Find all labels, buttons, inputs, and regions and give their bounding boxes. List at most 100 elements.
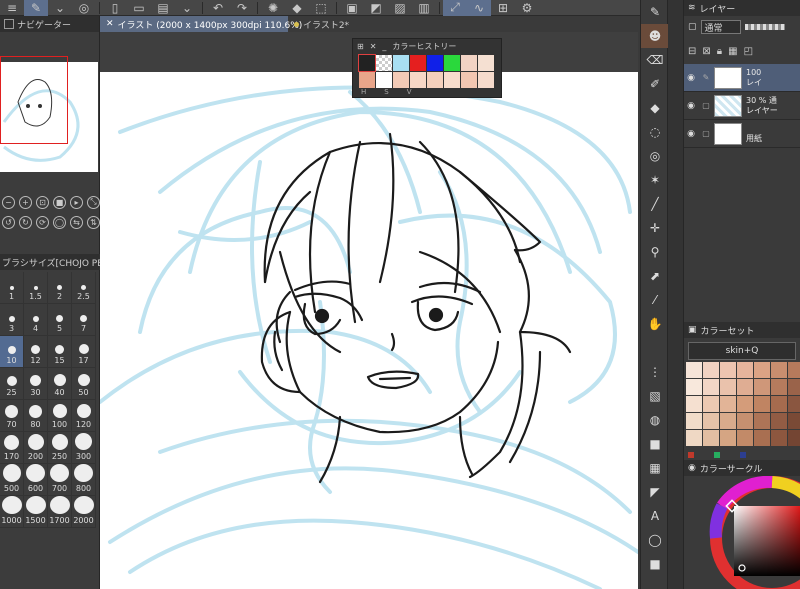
brush-size-option[interactable]: 2 [48, 272, 72, 304]
balloon-icon[interactable]: ◯ [641, 528, 669, 552]
spiral-icon[interactable]: ◎ [72, 0, 96, 16]
brush-size-option[interactable]: 250 [48, 432, 72, 464]
open-folder-icon[interactable]: ▭ [127, 0, 151, 16]
brush-size-option[interactable]: 1.5 [24, 272, 48, 304]
color-set-swatch[interactable] [771, 362, 787, 378]
undo-icon[interactable]: ↶ [206, 0, 230, 16]
brush-size-option[interactable]: 600 [24, 464, 48, 496]
color-history-swatch[interactable] [359, 72, 375, 88]
color-set-swatch[interactable] [788, 379, 800, 395]
color-set-swatch[interactable] [703, 430, 719, 446]
main-color-icon[interactable]: ■ [641, 552, 669, 576]
flip-vertical-icon[interactable]: ⇅ [87, 215, 100, 229]
tab-illustration-2[interactable]: イラスト2* [288, 16, 355, 32]
lasso-icon[interactable]: ◌ [641, 120, 669, 144]
layer-row[interactable]: ◉ ▢ 30 % 通レイヤー [684, 92, 800, 120]
lock-icon[interactable]: 🔒︎ [717, 46, 722, 57]
chevron-down-icon[interactable]: ⌄ [48, 0, 72, 16]
color-set-swatch[interactable] [686, 362, 702, 378]
deselect-icon[interactable]: ◩ [364, 0, 388, 16]
color-history-swatch[interactable] [393, 72, 409, 88]
close-icon[interactable]: ✕ [106, 19, 114, 29]
line-icon[interactable]: ╱ [641, 192, 669, 216]
color-set-swatch[interactable] [754, 430, 770, 446]
color-set-swatch[interactable] [788, 362, 800, 378]
snap-ruler-icon[interactable]: ⤢ [443, 0, 467, 16]
color-set-swatch[interactable] [771, 379, 787, 395]
object-icon[interactable]: ⬈ [641, 264, 669, 288]
brush-size-option[interactable]: 100 [48, 400, 72, 432]
brush-size-option[interactable]: 10 [0, 336, 24, 368]
brush-size-option[interactable]: 5 [48, 304, 72, 336]
color-history-swatch[interactable] [478, 72, 494, 88]
rotate-left-icon[interactable]: ↺ [2, 215, 15, 229]
fit-window-icon[interactable]: ⤡ [87, 195, 100, 209]
lock-transparent-icon[interactable]: ▦ [728, 46, 737, 57]
color-set-swatch[interactable] [686, 396, 702, 412]
brush-size-option[interactable]: 1000 [0, 496, 24, 528]
clip-icon[interactable]: ⊟ [688, 46, 696, 57]
save-icon[interactable]: ▤ [151, 0, 175, 16]
brush-size-option[interactable]: 80 [24, 400, 48, 432]
color-set-swatch[interactable] [754, 379, 770, 395]
eye-icon[interactable]: ◉ [684, 101, 698, 111]
color-set-swatch[interactable] [771, 430, 787, 446]
pen-icon[interactable]: ✎ [641, 0, 669, 24]
layer-row[interactable]: ◉ ▢ 用紙 [684, 120, 800, 148]
color-history-swatch[interactable] [376, 72, 392, 88]
flip-horizontal-icon[interactable]: ⇆ [70, 215, 83, 229]
move-icon[interactable]: ✛ [641, 216, 669, 240]
color-set-swatch[interactable] [737, 379, 753, 395]
brush-size-option[interactable]: 1500 [24, 496, 48, 528]
menu-icon[interactable]: ≡ [0, 0, 24, 16]
color-set-swatch[interactable] [686, 379, 702, 395]
brush-size-option[interactable]: 3 [0, 304, 24, 336]
blend-icon[interactable]: ◍ [641, 408, 669, 432]
color-wheel[interactable] [684, 475, 800, 589]
mask-icon[interactable]: ◰ [744, 46, 753, 57]
select-all-icon[interactable]: ▣ [340, 0, 364, 16]
color-history-swatch[interactable] [461, 55, 477, 71]
brush-size-option[interactable]: 12 [24, 336, 48, 368]
brush-size-option[interactable]: 50 [72, 368, 96, 400]
brush-size-option[interactable]: 25 [0, 368, 24, 400]
color-set-swatch[interactable] [754, 413, 770, 429]
lock-toggle-icon[interactable]: ▢ [698, 101, 714, 110]
color-history-swatch[interactable] [376, 55, 392, 71]
color-set-swatch[interactable] [686, 430, 702, 446]
spiral-select-icon[interactable]: ◎ [641, 144, 669, 168]
brush-size-option[interactable]: 2.5 [72, 272, 96, 304]
brush-size-option[interactable]: 1700 [48, 496, 72, 528]
reset-rotation-icon[interactable]: ⟳ [36, 215, 49, 229]
brush-size-option[interactable]: 40 [48, 368, 72, 400]
blend-mode-select[interactable]: 通常 [700, 20, 741, 34]
brush-size-option[interactable]: 70 [0, 400, 24, 432]
drawing-canvas[interactable] [100, 72, 638, 589]
brush-size-option[interactable]: 30 [24, 368, 48, 400]
color-set-swatch[interactable] [703, 413, 719, 429]
color-set-swatch[interactable] [703, 396, 719, 412]
brush-size-option[interactable]: 120 [72, 400, 96, 432]
color-history-swatch[interactable] [427, 72, 443, 88]
eye-icon[interactable]: ◉ [684, 129, 698, 139]
color-set-swatch[interactable] [720, 396, 736, 412]
eraser-icon[interactable]: ⌫ [641, 48, 669, 72]
brush-size-option[interactable]: 15 [48, 336, 72, 368]
eye-icon[interactable]: ◉ [684, 73, 698, 83]
color-set-swatch[interactable] [686, 413, 702, 429]
color-set-swatch[interactable] [754, 396, 770, 412]
grid-icon[interactable]: ⊞ [357, 42, 364, 51]
brush-size-option[interactable]: 300 [72, 432, 96, 464]
brush-size-option[interactable]: 17 [72, 336, 96, 368]
user-avatar-icon[interactable]: ☻ [641, 24, 669, 48]
color-set-swatch[interactable] [720, 379, 736, 395]
brush-size-option[interactable]: 170 [0, 432, 24, 464]
color-history-swatch[interactable] [410, 72, 426, 88]
color-set-swatch[interactable] [703, 379, 719, 395]
color-set-swatch[interactable] [720, 362, 736, 378]
brush-size-option[interactable]: 2000 [72, 496, 96, 528]
layer-color-icon[interactable]: ▢ [688, 22, 697, 32]
gradient-icon[interactable]: ▧ [641, 384, 669, 408]
navigator-viewport-frame[interactable] [0, 56, 68, 144]
brush-size-option[interactable]: 500 [0, 464, 24, 496]
